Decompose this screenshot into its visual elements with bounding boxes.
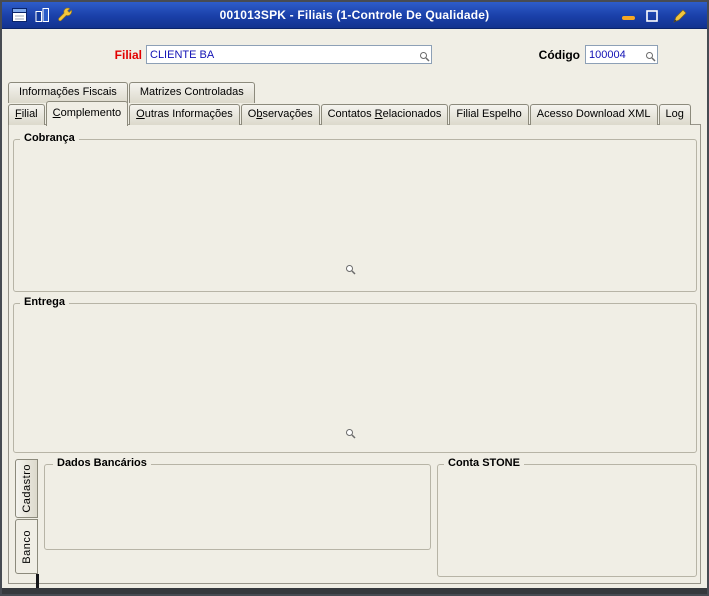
side-tab-banco-label: Banco: [20, 529, 33, 564]
tab-log[interactable]: Log: [658, 104, 691, 125]
conta-stone-title: Conta STONE: [444, 457, 524, 469]
side-tab-cadastro[interactable]: Cadastro: [15, 459, 38, 518]
cobranca-pais-lookup-icon[interactable]: [345, 264, 356, 275]
entrega-pais-lookup-icon[interactable]: [345, 428, 356, 439]
window-title: 001013SPK - Filiais (1-Controle De Quali…: [219, 8, 490, 22]
codigo-lookup-icon[interactable]: [645, 51, 656, 62]
entrega-title: Entrega: [20, 296, 69, 308]
filial-input[interactable]: [146, 45, 432, 64]
tab-contatos-relacionados[interactable]: Contatos Relacionados: [320, 104, 449, 125]
title-bar: 001013SPK - Filiais (1-Controle De Quali…: [2, 2, 707, 29]
minimize-icon[interactable]: [622, 16, 635, 20]
app-window: 001013SPK - Filiais (1-Controle De Quali…: [0, 0, 709, 596]
tab-informacoes-fiscais[interactable]: Informações Fiscais: [8, 82, 128, 103]
codigo-label: Código: [538, 48, 580, 62]
restore-icon[interactable]: [646, 10, 658, 25]
side-tab-banco[interactable]: Banco: [15, 519, 38, 574]
side-tab-cadastro-label: Cadastro: [20, 464, 33, 513]
dados-bancarios-group: Dados Bancários: [44, 457, 431, 550]
tab-matrizes-controladas[interactable]: Matrizes Controladas: [128, 82, 255, 103]
tab-filial-espelho[interactable]: Filial Espelho: [449, 104, 529, 125]
tab-observacoes[interactable]: Observações: [240, 104, 320, 125]
tab-complemento[interactable]: Complemento: [45, 101, 129, 126]
dados-bancarios-title: Dados Bancários: [53, 457, 151, 469]
tab-acesso-download-xml[interactable]: Acesso Download XML: [529, 104, 658, 125]
top-tab-row: Informações Fiscais Matrizes Controladas: [8, 80, 255, 103]
filial-label: Filial: [114, 48, 142, 62]
tab-outras-informacoes[interactable]: Outras Informações: [129, 104, 240, 125]
edit-pencil-icon[interactable]: [670, 6, 690, 29]
filial-lookup-icon[interactable]: [419, 51, 430, 62]
conta-stone-group: Conta STONE: [437, 457, 697, 577]
window-bottom-frame: [0, 588, 709, 596]
tab-filial[interactable]: Filial: [8, 104, 45, 125]
main-tab-row: Filial Complemento Outras Informações Ob…: [8, 101, 691, 126]
cobranca-title: Cobrança: [20, 132, 79, 144]
